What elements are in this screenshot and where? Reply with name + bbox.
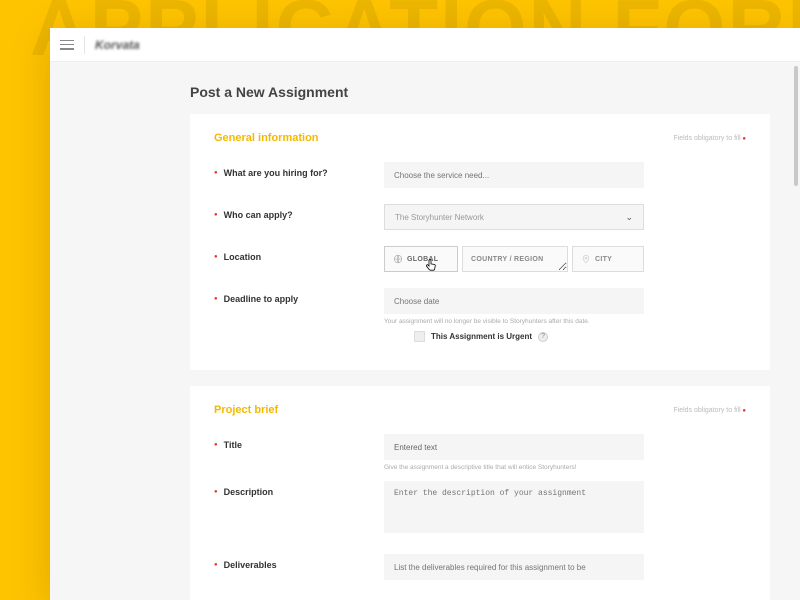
page-title: Post a New Assignment — [190, 84, 800, 100]
location-region-label: COUNTRY / REGION — [471, 256, 543, 263]
required-dot: ● — [214, 254, 218, 260]
scrollbar-thumb[interactable] — [794, 66, 798, 186]
globe-icon — [393, 254, 403, 264]
location-global-label: GLOBAL — [407, 256, 438, 263]
deliverables-input[interactable] — [384, 554, 644, 580]
title-helper: Give the assignment a descriptive title … — [384, 464, 746, 471]
required-dot: ● — [214, 212, 218, 218]
obligatory-note: Fields obligatory to fill — [673, 135, 746, 142]
hiring-for-input[interactable] — [384, 162, 644, 188]
required-dot: ● — [214, 489, 218, 495]
required-dot: ● — [214, 442, 218, 448]
hamburger-menu-icon[interactable] — [60, 40, 74, 50]
card-project-brief: Project brief Fields obligatory to fill … — [190, 386, 770, 600]
urgent-checkbox[interactable] — [414, 331, 425, 342]
select-value: The Storyhunter Network — [395, 213, 484, 222]
description-textarea[interactable] — [384, 481, 644, 533]
location-city-label: CITY — [595, 256, 612, 263]
location-region-button[interactable]: COUNTRY / REGION — [462, 246, 568, 272]
section-title-general: General information — [214, 132, 319, 144]
section-title-brief: Project brief — [214, 404, 278, 416]
required-dot: ● — [214, 562, 218, 568]
urgent-label: This Assignment is Urgent — [431, 332, 532, 341]
label-title: Title — [224, 440, 242, 450]
app-window: Korvata Post a New Assignment General in… — [50, 28, 800, 600]
label-description: Description — [224, 487, 274, 497]
deadline-input[interactable] — [384, 288, 644, 314]
pin-icon — [581, 254, 591, 264]
location-city-button[interactable]: CITY — [572, 246, 644, 272]
label-deliverables: Deliverables — [224, 560, 277, 570]
title-input[interactable] — [384, 434, 644, 460]
obligatory-note: Fields obligatory to fill — [673, 407, 746, 414]
label-location: Location — [224, 252, 262, 262]
content-scroll: Post a New Assignment General informatio… — [50, 62, 800, 600]
topbar: Korvata — [50, 28, 800, 62]
location-group: GLOBAL COUNTRY / REGION CITY — [384, 246, 746, 272]
deadline-helper: Your assignment will no longer be visibl… — [384, 318, 746, 325]
location-global-button[interactable]: GLOBAL — [384, 246, 458, 272]
card-general-information: General information Fields obligatory to… — [190, 114, 770, 370]
label-deadline: Deadline to apply — [224, 294, 299, 304]
label-hiring: What are you hiring for? — [224, 168, 328, 178]
divider — [84, 36, 85, 54]
label-who-can-apply: Who can apply? — [224, 210, 293, 220]
required-dot: ● — [214, 170, 218, 176]
help-icon[interactable]: ? — [538, 332, 548, 342]
who-can-apply-select[interactable]: The Storyhunter Network ⌄ — [384, 204, 644, 230]
required-dot: ● — [214, 296, 218, 302]
chevron-down-icon: ⌄ — [625, 212, 633, 223]
logo: Korvata — [95, 38, 140, 52]
